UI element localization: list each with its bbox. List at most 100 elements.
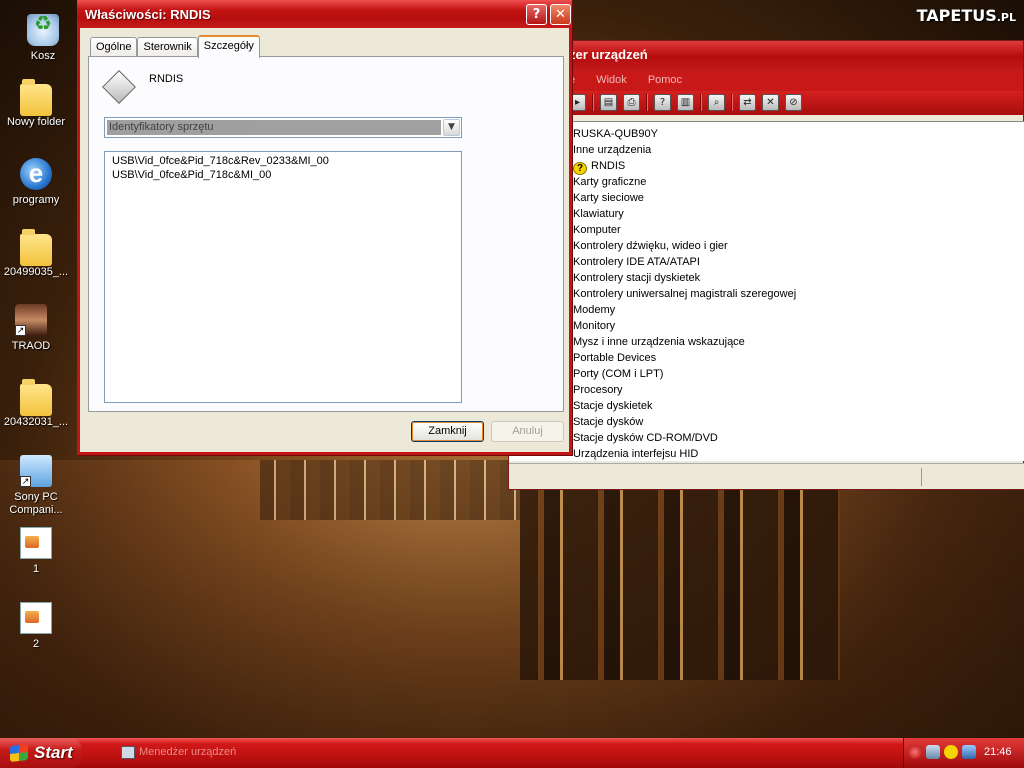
taskbar-item-label: Menedżer urządzeń: [139, 746, 237, 758]
tab-details[interactable]: Szczegóły: [197, 35, 260, 58]
desktop-icon-sony-pc-companion[interactable]: ↗ Sony PC Compani...: [0, 455, 72, 517]
menu-view[interactable]: Widok: [596, 74, 627, 86]
desktop-icon-recycle-bin[interactable]: Kosz: [7, 14, 79, 63]
desktop-icon-label: 20432031_...: [3, 416, 69, 428]
desktop-icon-label: Sony PC Compani...: [9, 491, 63, 516]
taskbar: Start Menedżer urządzeń 21:46: [0, 738, 1024, 768]
device-manager-title[interactable]: żer urządzeń: [509, 41, 1023, 71]
tree-item[interactable]: Monitory: [573, 318, 1024, 334]
desktop-icon-folder-20499035[interactable]: 20499035_...: [0, 229, 72, 279]
property-select[interactable]: Identyfikatory sprzętu ▼: [104, 117, 462, 138]
status-bar: [509, 463, 1024, 489]
system-tray: 21:46: [903, 738, 1024, 768]
start-button[interactable]: Start: [0, 738, 82, 768]
recycle-bin-icon: [27, 14, 59, 46]
tree-item-computer[interactable]: RUSKA-QUB90Y: [573, 126, 1024, 142]
help-icon[interactable]: ?: [654, 94, 671, 111]
device-manager-icon: [121, 746, 135, 759]
folder-icon: [20, 379, 52, 416]
tree-item[interactable]: Stacje dyskietek: [573, 398, 1024, 414]
clock[interactable]: 21:46: [984, 746, 1012, 758]
tree-item[interactable]: Mysz i inne urządzenia wskazujące: [573, 334, 1024, 350]
tree-item[interactable]: Portable Devices: [573, 350, 1024, 366]
cancel-button[interactable]: Anuluj: [491, 421, 564, 442]
tree-item-other-devices[interactable]: Inne urządzenia: [573, 142, 1024, 158]
tree-item[interactable]: Stacje dysków CD-ROM/DVD: [573, 430, 1024, 446]
desktop-icon-label: Kosz: [30, 50, 56, 62]
device-tree[interactable]: RUSKA-QUB90Y Inne urządzenia ? RNDIS Kart…: [509, 121, 1024, 461]
console-tree-icon[interactable]: ▥: [677, 94, 694, 111]
image-file-icon: [20, 602, 52, 634]
taskbar-item-device-manager[interactable]: Menedżer urządzeń: [115, 741, 275, 765]
image-file-icon: [20, 527, 52, 559]
close-window-button[interactable]: ✕: [550, 4, 571, 25]
tree-item[interactable]: Karty graficzne: [573, 174, 1024, 190]
shortcut-arrow-icon: ↗: [15, 325, 26, 336]
help-button[interactable]: ?: [526, 4, 547, 25]
desktop-icon-new-folder[interactable]: Nowy folder: [0, 79, 72, 129]
desktop-icon-programy[interactable]: programy: [0, 158, 72, 207]
folder-icon: [20, 79, 52, 116]
windows-logo-icon: [10, 744, 28, 762]
tab-driver[interactable]: Sterownik: [137, 37, 198, 58]
toolbar-separator: [646, 94, 648, 111]
tree-item[interactable]: Komputer: [573, 222, 1024, 238]
menu-help[interactable]: Pomoc: [648, 74, 682, 86]
tree-item[interactable]: Kontrolery IDE ATA/ATAPI: [573, 254, 1024, 270]
folder-icon: [20, 229, 52, 266]
property-values-list[interactable]: USB\Vid_0fce&Pid_718c&Rev_0233&MI_00 USB…: [104, 151, 462, 403]
wallpaper-logo: TAPETUS.PL: [916, 6, 1016, 25]
update-driver-icon[interactable]: ⇄: [739, 94, 756, 111]
device-icon: [102, 70, 136, 104]
toolbar-separator: [592, 94, 594, 111]
tree-item[interactable]: Karty sieciowe: [573, 190, 1024, 206]
device-name: RNDIS: [149, 73, 184, 85]
tab-general[interactable]: Ogólne: [90, 37, 138, 58]
desktop-icon-label: 1: [32, 563, 40, 575]
desktop-icon-label: 20499035_...: [3, 266, 69, 278]
display-icon[interactable]: [962, 745, 976, 759]
print-icon[interactable]: ⎙: [623, 94, 640, 111]
wallpaper-reflection-lights: [260, 460, 520, 520]
disable-icon[interactable]: ⊘: [785, 94, 802, 111]
desktop-icon-label: programy: [12, 194, 60, 206]
network-icon[interactable]: [926, 745, 940, 759]
desktop-icon-image-1[interactable]: 1: [0, 527, 72, 576]
device-manager-menubar: e Widok Pomoc: [509, 71, 1023, 91]
property-select-value: Identyfikatory sprzętu: [107, 120, 441, 135]
tree-item[interactable]: Procesory: [573, 382, 1024, 398]
tree-item[interactable]: Stacje dysków: [573, 414, 1024, 430]
wallpaper-reflection-buildings: [520, 480, 840, 680]
tree-item[interactable]: Kontrolery uniwersalnej magistrali szere…: [573, 286, 1024, 302]
list-item[interactable]: USB\Vid_0fce&Pid_718c&MI_00: [112, 168, 461, 182]
tab-strip: Ogólne Sterownik Szczegóły: [90, 35, 260, 58]
warning-icon[interactable]: [944, 745, 958, 759]
desktop-icon-image-2[interactable]: 2: [0, 602, 72, 651]
properties-icon[interactable]: ▤: [600, 94, 617, 111]
sony-pc-companion-icon: ↗: [20, 455, 52, 487]
device-manager-window[interactable]: żer urządzeń e Widok Pomoc ▸ ▤ ⎙ ? ▥ ⌕ ⇄…: [508, 40, 1024, 490]
desktop-icon-folder-20432031[interactable]: 20432031_...: [0, 379, 72, 429]
list-item[interactable]: USB\Vid_0fce&Pid_718c&Rev_0233&MI_00: [112, 154, 461, 168]
security-alert-icon[interactable]: [908, 745, 922, 759]
dialog-titlebar[interactable]: Właściwości: RNDIS: [77, 0, 572, 28]
tree-item[interactable]: Klawiatury: [573, 206, 1024, 222]
tree-item[interactable]: Kontrolery stacji dyskietek: [573, 270, 1024, 286]
tree-item-rndis[interactable]: ? RNDIS: [573, 158, 1024, 175]
tree-item[interactable]: Kontrolery dźwięku, wideo i gier: [573, 238, 1024, 254]
desktop-icon-label: 2: [32, 638, 40, 650]
dialog-title: Właściwości: RNDIS: [85, 7, 211, 22]
scan-hardware-icon[interactable]: ⌕: [708, 94, 725, 111]
uninstall-icon[interactable]: ✕: [762, 94, 779, 111]
properties-dialog[interactable]: Właściwości: RNDIS ? ✕ Ogólne Sterownik …: [77, 0, 572, 455]
tree-item[interactable]: Urządzenia interfejsu HID: [573, 446, 1024, 462]
desktop-icon-label: TRAOD: [11, 340, 51, 352]
close-button[interactable]: Zamknij: [411, 421, 484, 442]
tree-item[interactable]: Porty (COM i LPT): [573, 366, 1024, 382]
details-panel: RNDIS Identyfikatory sprzętu ▼ USB\Vid_0…: [88, 56, 564, 412]
internet-explorer-icon: [20, 158, 52, 190]
tree-item-label: RNDIS: [591, 160, 626, 172]
desktop-icon-traod[interactable]: ↗ TRAOD: [0, 304, 67, 353]
chevron-down-icon[interactable]: ▼: [443, 119, 460, 136]
tree-item[interactable]: Modemy: [573, 302, 1024, 318]
